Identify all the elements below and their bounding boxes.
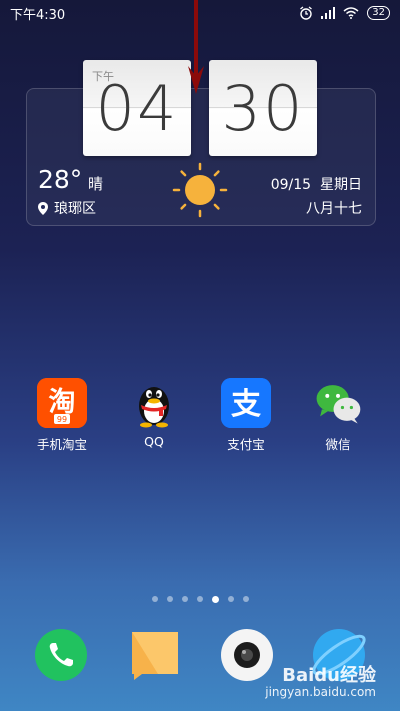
date-value: 09/15 [270,177,312,193]
page-dot[interactable] [151,596,158,602]
location-label: 琅琊区 [54,201,96,217]
svg-text:淘: 淘 [49,387,76,418]
app-label: QQ [144,434,164,449]
alipay-icon: 支 [221,378,271,428]
messages-icon [132,632,178,680]
app-qq[interactable]: QQ [118,378,190,449]
page-dot[interactable] [166,596,173,602]
svg-text:99: 99 [57,415,67,424]
watermark-brand: Baidu经验 [282,665,376,686]
page-dot[interactable] [181,596,188,602]
page-dot[interactable] [242,596,249,602]
clock-hour-card[interactable]: 下午 04 [83,60,191,156]
weather-date: 09/15 星期日 [271,174,362,194]
svg-text:支: 支 [231,387,261,422]
dock-phone[interactable] [34,628,88,682]
weather-temperature: 28° [38,165,83,194]
watermark-url: jingyan.baidu.com [265,685,376,699]
signal-icon [321,7,336,19]
page-indicator [0,595,400,603]
weekday-value: 星期日 [320,177,362,193]
taobao-icon: 淘 99 [37,378,87,428]
qq-icon [129,378,179,428]
battery-icon: 32 [367,6,390,20]
weather-condition: 晴 [88,175,104,193]
page-dot-active[interactable] [211,595,219,603]
sun-icon [172,162,228,218]
app-wechat[interactable]: 微信 [302,378,374,453]
page-dot[interactable] [227,596,234,602]
clock-hour: 04 [95,72,179,145]
wifi-icon [343,7,359,19]
page-dot[interactable] [196,596,203,602]
app-alipay[interactable]: 支 支付宝 [210,378,282,453]
app-label: 支付宝 [227,437,265,452]
status-icons: 32 [299,6,390,20]
app-taobao[interactable]: 淘 99 手机淘宝 [26,378,98,453]
arrow-down-icon [188,0,204,94]
wechat-icon [313,378,363,428]
clock-minute: 30 [221,72,305,145]
app-label: 微信 [325,437,351,452]
dock-messages[interactable] [128,628,182,682]
app-label: 手机淘宝 [36,437,87,452]
phone-icon [35,629,87,681]
weather-location: 琅琊区 [38,198,96,218]
lunar-date: 八月十七 [306,201,362,217]
clock-minute-card[interactable]: 30 [209,60,317,156]
status-time: 下午4:30 [10,7,66,23]
baidu-watermark: Baidu经验 jingyan.baidu.com [265,665,376,700]
location-pin-icon [38,201,48,215]
alarm-icon [300,6,313,20]
